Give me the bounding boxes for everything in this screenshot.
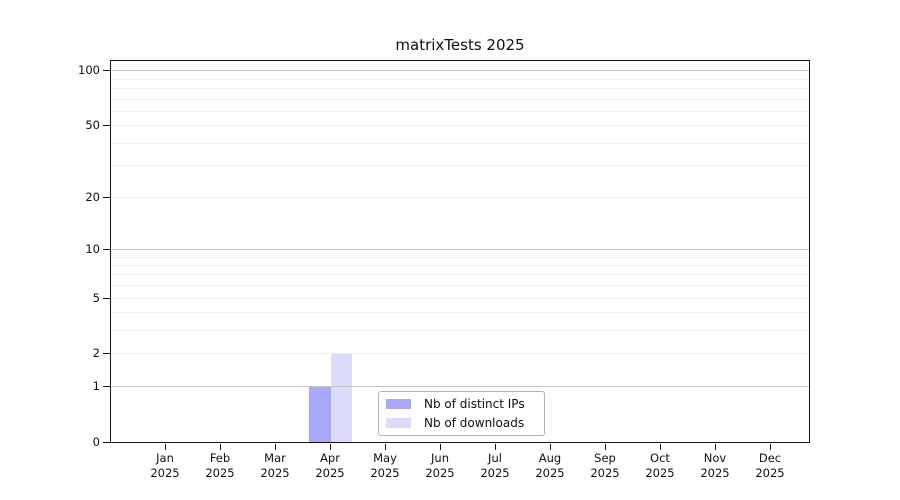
y-axis-tick bbox=[103, 298, 110, 299]
y-axis-tick-label: 100 bbox=[56, 62, 100, 78]
y-axis-tick bbox=[103, 442, 110, 443]
legend-swatch-downloads bbox=[386, 418, 411, 428]
gridline-major bbox=[111, 70, 809, 71]
gridline-minor bbox=[111, 143, 809, 144]
gridline-minor bbox=[111, 274, 809, 275]
gridline-minor bbox=[111, 265, 809, 266]
y-axis-tick-label: 20 bbox=[56, 189, 100, 205]
gridline-minor bbox=[111, 88, 809, 89]
gridline-minor bbox=[111, 353, 809, 354]
x-axis-tick bbox=[605, 444, 606, 450]
y-axis-tick-label: 2 bbox=[56, 345, 100, 361]
x-axis-tick-label: Jun 2025 bbox=[410, 451, 470, 481]
x-axis-tick-label: Jan 2025 bbox=[135, 451, 195, 481]
gridline-minor bbox=[111, 111, 809, 112]
gridline-minor bbox=[111, 298, 809, 299]
legend-label-distinct-ips: Nb of distinct IPs bbox=[424, 396, 525, 412]
x-axis-tick-label: Feb 2025 bbox=[190, 451, 250, 481]
x-axis-tick bbox=[330, 444, 331, 450]
y-axis-tick-label: 50 bbox=[56, 117, 100, 133]
x-axis-tick-label: Jul 2025 bbox=[465, 451, 525, 481]
y-axis-tick bbox=[103, 249, 110, 250]
x-axis-tick bbox=[440, 444, 441, 450]
gridline-minor bbox=[111, 79, 809, 80]
x-axis-tick bbox=[495, 444, 496, 450]
y-axis-tick bbox=[103, 386, 110, 387]
legend-item-distinct-ips: Nb of distinct IPs bbox=[386, 396, 544, 412]
x-axis-tick-label: Oct 2025 bbox=[630, 451, 690, 481]
x-axis-tick bbox=[385, 444, 386, 450]
gridline-minor bbox=[111, 99, 809, 100]
x-axis-tick bbox=[220, 444, 221, 450]
y-axis-tick bbox=[103, 70, 110, 71]
x-axis-tick-label: Apr 2025 bbox=[300, 451, 360, 481]
gridline-minor bbox=[111, 125, 809, 126]
x-axis-tick bbox=[165, 444, 166, 450]
gridline-major bbox=[111, 249, 809, 250]
x-axis-tick bbox=[550, 444, 551, 450]
plot-area bbox=[110, 60, 810, 443]
x-axis-tick-label: Dec 2025 bbox=[740, 451, 800, 481]
gridline-minor bbox=[111, 330, 809, 331]
legend-swatch-distinct-ips bbox=[386, 399, 411, 409]
gridline-minor bbox=[111, 312, 809, 313]
y-axis-tick bbox=[103, 353, 110, 354]
x-axis-tick-label: May 2025 bbox=[355, 451, 415, 481]
gridline-major bbox=[111, 386, 809, 387]
x-axis-tick-label: Nov 2025 bbox=[685, 451, 745, 481]
bar-downloads bbox=[331, 354, 352, 443]
x-axis-tick-label: Sep 2025 bbox=[575, 451, 635, 481]
x-axis-tick bbox=[660, 444, 661, 450]
gridline-minor bbox=[111, 257, 809, 258]
x-axis-tick bbox=[715, 444, 716, 450]
legend: Nb of distinct IPs Nb of downloads bbox=[378, 391, 545, 436]
x-axis-tick-label: Mar 2025 bbox=[245, 451, 305, 481]
y-axis-tick-label: 1 bbox=[56, 378, 100, 394]
chart-title: matrixTests 2025 bbox=[110, 36, 810, 54]
x-axis-tick bbox=[275, 444, 276, 450]
legend-label-downloads: Nb of downloads bbox=[424, 415, 524, 431]
y-axis-tick-label: 0 bbox=[56, 434, 100, 450]
y-axis-tick-label: 5 bbox=[56, 290, 100, 306]
chart-canvas: matrixTests 2025 0 1 2 5 10 20 50 100 Jan 2025Fe… bbox=[0, 0, 900, 500]
y-axis-tick bbox=[103, 197, 110, 198]
legend-item-downloads: Nb of downloads bbox=[386, 415, 544, 431]
y-axis-tick bbox=[103, 125, 110, 126]
x-axis-tick-label: Aug 2025 bbox=[520, 451, 580, 481]
gridline-minor bbox=[111, 165, 809, 166]
x-axis-tick bbox=[770, 444, 771, 450]
y-axis-tick-label: 10 bbox=[56, 241, 100, 257]
gridline-minor bbox=[111, 285, 809, 286]
bar-distinct-ips bbox=[309, 386, 331, 442]
gridline-minor bbox=[111, 197, 809, 198]
